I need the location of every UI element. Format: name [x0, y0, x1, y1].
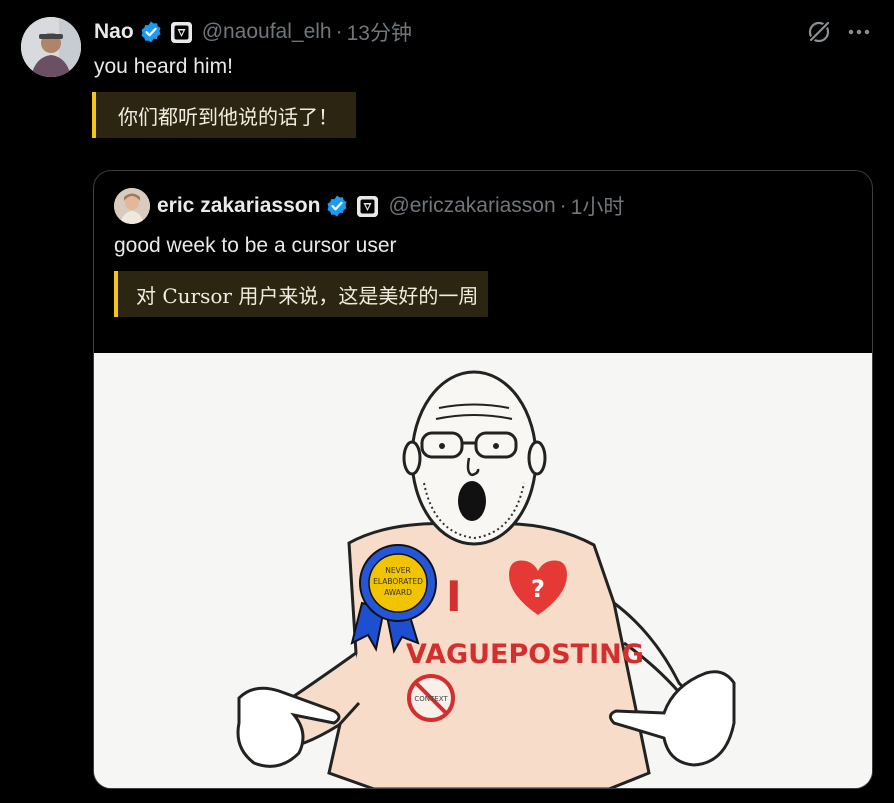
tweet-timestamp[interactable]: 13分钟: [347, 17, 412, 47]
badge-line-3: AWARD: [384, 588, 412, 597]
shirt-word: VAGUEPOSTING: [406, 639, 644, 670]
tweet-translation: 你们都听到他说的话了！: [92, 92, 356, 138]
quoted-author-avatar[interactable]: [114, 188, 150, 224]
quoted-media-image[interactable]: NEVER ELABORATED AWARD I ? VAGUEPOSTING …: [94, 353, 872, 788]
quoted-separator-dot: ·: [559, 194, 567, 217]
shirt-letter-i: I: [446, 572, 462, 621]
more-options-icon[interactable]: [846, 19, 872, 45]
quoted-translation: 对 Cursor 用户来说，这是美好的一周: [114, 271, 489, 317]
quoted-affiliate-badge-icon: [357, 195, 379, 217]
tweet-card[interactable]: Nao @naoufal_elh · 13分钟 you heard him! 你…: [0, 0, 894, 803]
quoted-author-handle[interactable]: @ericzakariasson: [388, 194, 555, 218]
author-handle[interactable]: @naoufal_elh: [202, 20, 332, 44]
quoted-author-name[interactable]: eric zakariasson: [157, 194, 320, 218]
quoted-verified-badge-icon: [325, 194, 349, 218]
quoted-tweet[interactable]: eric zakariasson @ericzakariasson · 1小时 …: [93, 170, 873, 789]
verified-badge-icon: [139, 20, 163, 44]
translation-text: 你们都听到他说的话了！: [118, 104, 338, 129]
quoted-text: good week to be a cursor user: [114, 234, 397, 257]
grok-icon[interactable]: [806, 19, 832, 45]
quoted-timestamp[interactable]: 1小时: [571, 191, 625, 221]
affiliate-badge-icon: [170, 21, 192, 43]
badge-line-1: NEVER: [385, 566, 410, 575]
author-avatar[interactable]: [21, 17, 81, 77]
tweet-header: Nao @naoufal_elh · 13分钟: [94, 18, 412, 46]
author-name[interactable]: Nao: [94, 20, 134, 44]
quoted-header: eric zakariasson @ericzakariasson · 1小时: [157, 192, 624, 220]
no-context-label: CONTEXT: [414, 695, 448, 703]
heart-question-mark: ?: [531, 575, 545, 603]
quoted-translation-text: 对 Cursor 用户来说，这是美好的一周: [136, 283, 479, 308]
tweet-text: you heard him!: [94, 55, 233, 78]
badge-line-2: ELABORATED: [373, 577, 423, 586]
separator-dot: ·: [335, 20, 343, 43]
